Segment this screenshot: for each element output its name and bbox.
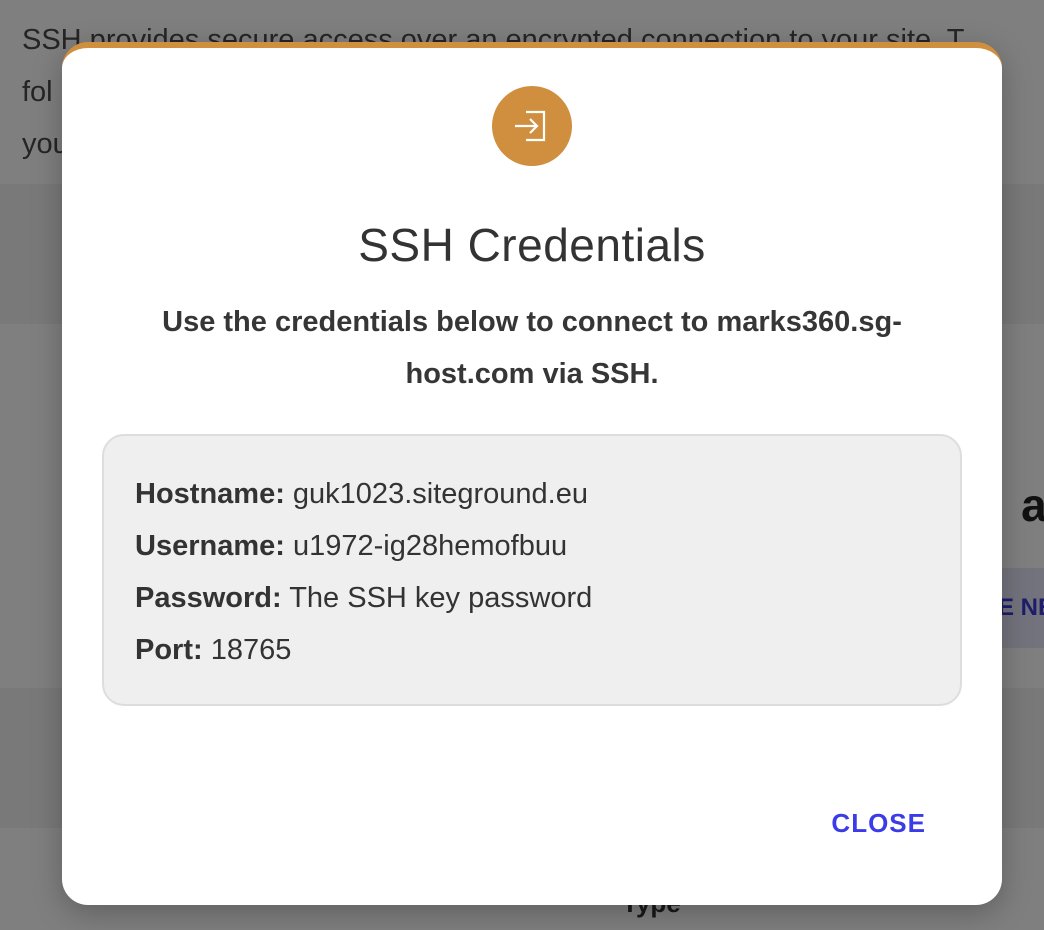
username-value: u1972-ig28hemofbuu bbox=[292, 530, 568, 562]
port-label: Port: bbox=[135, 634, 203, 666]
dialog-title: SSH Credentials bbox=[358, 219, 706, 271]
credential-port: Port: 18765 bbox=[135, 624, 960, 676]
hostname-label: Hostname: bbox=[135, 478, 285, 510]
credential-password: Password: The SSH key password bbox=[135, 572, 960, 624]
login-arrow-icon bbox=[492, 86, 572, 166]
credential-hostname: Hostname: guk1023.siteground.eu bbox=[135, 468, 960, 520]
close-button[interactable]: CLOSE bbox=[831, 808, 926, 839]
username-label: Username: bbox=[135, 530, 285, 562]
ssh-credentials-dialog: SSH Credentials Use the credentials belo… bbox=[62, 42, 1002, 905]
port-value: 18765 bbox=[210, 634, 292, 666]
password-value: The SSH key password bbox=[289, 582, 593, 614]
credentials-box: Hostname: guk1023.siteground.eu Username… bbox=[102, 434, 962, 706]
dialog-subtitle: Use the credentials below to connect to … bbox=[162, 306, 902, 390]
hostname-value: guk1023.siteground.eu bbox=[292, 478, 588, 510]
credential-username: Username: u1972-ig28hemofbuu bbox=[135, 520, 960, 572]
password-label: Password: bbox=[135, 582, 282, 614]
